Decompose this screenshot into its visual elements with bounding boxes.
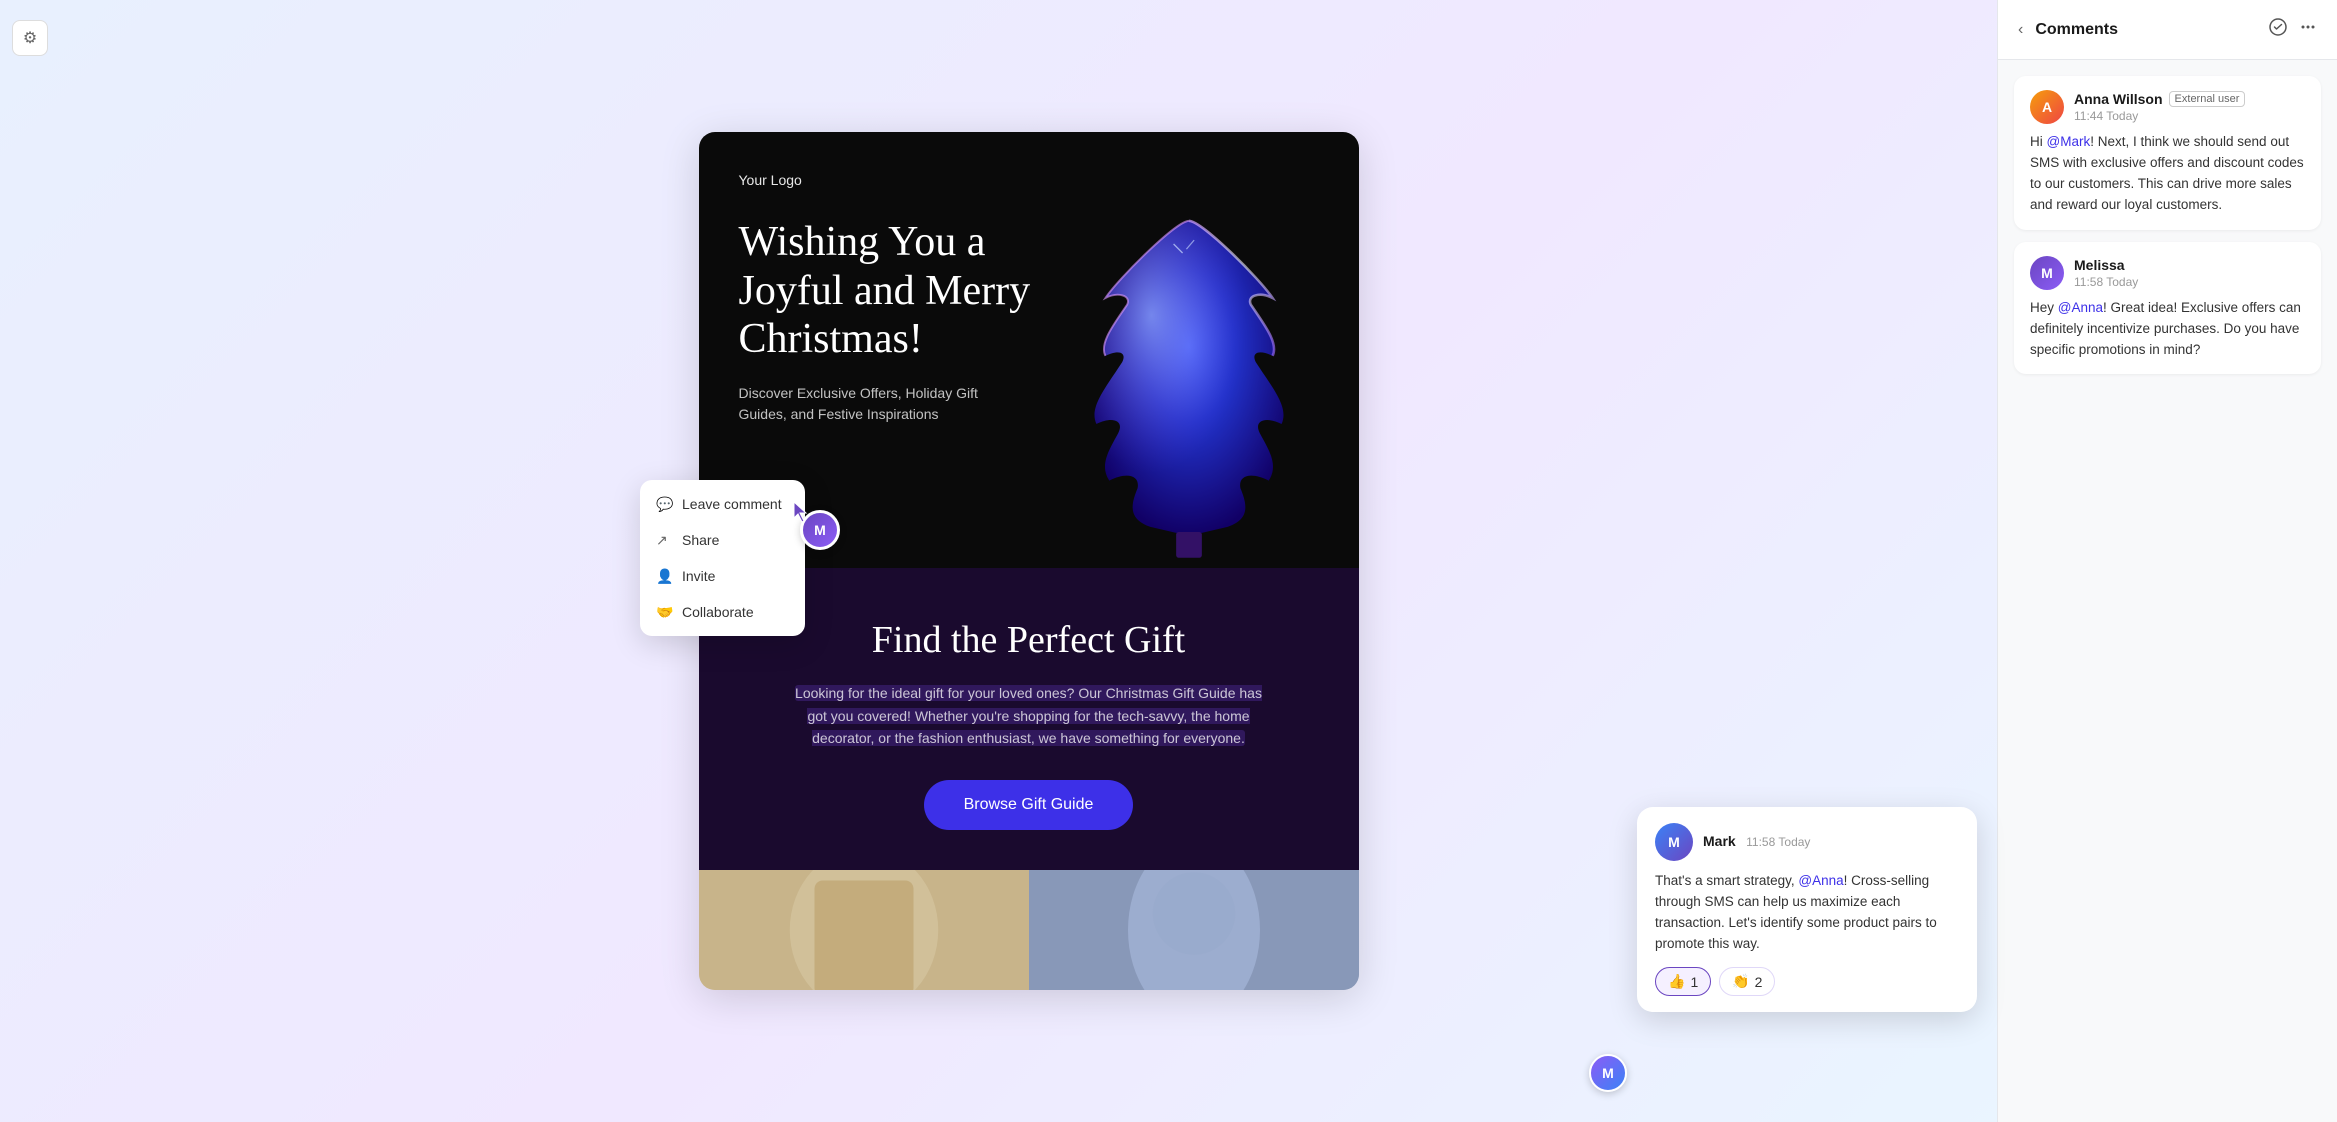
floating-commenter-name: Mark bbox=[1703, 833, 1736, 849]
floating-avatar-mark: M bbox=[1655, 823, 1693, 861]
more-options-icon[interactable] bbox=[2299, 18, 2317, 41]
hero-title: Wishing You a Joyful and Merry Christmas… bbox=[739, 218, 1059, 363]
comment-header-melissa: M Melissa 11:58 Today bbox=[2030, 256, 2305, 290]
clap-emoji: 👏 bbox=[1732, 973, 1749, 990]
thumbs-up-emoji: 👍 bbox=[1668, 973, 1685, 990]
comment-text-melissa: Hey @Anna! Great idea! Exclusive offers … bbox=[2030, 298, 2305, 361]
comment-meta-melissa: Melissa 11:58 Today bbox=[2074, 257, 2138, 289]
context-menu-leave-comment-label: Leave comment bbox=[682, 496, 782, 512]
check-icon[interactable] bbox=[2269, 18, 2287, 41]
collaborate-icon: 🤝 bbox=[656, 604, 672, 620]
avatar-anna: A bbox=[2030, 90, 2064, 124]
tree-svg bbox=[1059, 208, 1319, 568]
products-row bbox=[699, 870, 1359, 990]
invite-icon: 👤 bbox=[656, 568, 672, 584]
left-sidebar: ⚙ bbox=[0, 0, 60, 1122]
context-menu-collaborate-label: Collaborate bbox=[682, 604, 754, 620]
mention-mark: @Mark bbox=[2047, 134, 2091, 149]
back-arrow-button[interactable]: ‹ bbox=[2018, 21, 2023, 39]
reaction-clap[interactable]: 👏 2 bbox=[1719, 967, 1775, 996]
comment-card-anna: A Anna Willson External user 11:44 Today… bbox=[2014, 76, 2321, 230]
hero-subtitle: Discover Exclusive Offers, Holiday Gift … bbox=[739, 383, 979, 425]
avatar-melissa: M bbox=[2030, 256, 2064, 290]
floating-comment-text: That's a smart strategy, @Anna! Cross-se… bbox=[1655, 871, 1959, 955]
comment-text-anna: Hi @Mark! Next, I think we should send o… bbox=[2030, 132, 2305, 216]
gift-section-text: Looking for the ideal gift for your love… bbox=[789, 682, 1269, 749]
floating-comment-mark: M Mark 11:58 Today That's a smart strate… bbox=[1637, 807, 1977, 1012]
floating-comment-header: M Mark 11:58 Today bbox=[1655, 823, 1959, 861]
comment-name-row-melissa: Melissa bbox=[2074, 257, 2138, 273]
comments-header-right bbox=[2269, 18, 2317, 41]
comments-list: A Anna Willson External user 11:44 Today… bbox=[1998, 60, 2337, 1122]
comment-card-melissa: M Melissa 11:58 Today Hey @Anna! Great i… bbox=[2014, 242, 2321, 375]
gear-icon: ⚙ bbox=[23, 28, 37, 48]
reaction-thumbs-up[interactable]: 👍 1 bbox=[1655, 967, 1711, 996]
comments-header-left: ‹ Comments bbox=[2018, 21, 2118, 39]
thumbs-up-count: 1 bbox=[1690, 974, 1698, 990]
comments-panel: ‹ Comments A bbox=[1997, 0, 2337, 1122]
user-cursor: M bbox=[800, 510, 840, 550]
context-menu-collaborate[interactable]: 🤝 Collaborate bbox=[640, 594, 805, 630]
comment-header-anna: A Anna Willson External user 11:44 Today bbox=[2030, 90, 2305, 124]
gift-section-title: Find the Perfect Gift bbox=[739, 618, 1319, 662]
gift-text-highlighted: Looking for the ideal gift for your love… bbox=[795, 685, 1262, 746]
context-menu-invite[interactable]: 👤 Invite bbox=[640, 558, 805, 594]
christmas-tree bbox=[1059, 208, 1319, 568]
reactions-row: 👍 1 👏 2 bbox=[1655, 967, 1959, 996]
floating-comment-time: 11:58 Today bbox=[1746, 835, 1810, 849]
context-menu: 💬 Leave comment ↗ Share 👤 Invite 🤝 Colla… bbox=[640, 480, 805, 636]
browse-gift-guide-button[interactable]: Browse Gift Guide bbox=[924, 780, 1134, 830]
commenter-name-anna: Anna Willson bbox=[2074, 91, 2163, 107]
context-menu-share[interactable]: ↗ Share bbox=[640, 522, 805, 558]
comment-time-anna: 11:44 Today bbox=[2074, 109, 2245, 123]
share-icon: ↗ bbox=[656, 532, 672, 548]
commenter-name-melissa: Melissa bbox=[2074, 257, 2125, 273]
clap-count: 2 bbox=[1755, 974, 1763, 990]
comments-header: ‹ Comments bbox=[1998, 0, 2337, 60]
context-menu-invite-label: Invite bbox=[682, 568, 715, 584]
comment-meta-anna: Anna Willson External user 11:44 Today bbox=[2074, 91, 2245, 123]
mention-anna-2: @Anna bbox=[1798, 873, 1843, 888]
context-menu-share-label: Share bbox=[682, 532, 719, 548]
gear-button[interactable]: ⚙ bbox=[12, 20, 48, 56]
external-badge-anna: External user bbox=[2169, 91, 2246, 107]
product-thumb-2 bbox=[1029, 870, 1359, 990]
comment-name-row-anna: Anna Willson External user bbox=[2074, 91, 2245, 107]
product-thumb-1 bbox=[699, 870, 1029, 990]
comment-icon: 💬 bbox=[656, 496, 672, 512]
comments-panel-title: Comments bbox=[2035, 21, 2118, 39]
hero-text: Wishing You a Joyful and Merry Christmas… bbox=[739, 208, 1059, 425]
comment-time-melissa: 11:58 Today bbox=[2074, 275, 2138, 289]
floating-comment-meta: Mark 11:58 Today bbox=[1703, 833, 1810, 851]
logo-text: Your Logo bbox=[739, 172, 1319, 188]
context-menu-leave-comment[interactable]: 💬 Leave comment bbox=[640, 486, 805, 522]
bottom-floating-avatar: M bbox=[1589, 1054, 1627, 1092]
mention-anna-1: @Anna bbox=[2058, 300, 2103, 315]
